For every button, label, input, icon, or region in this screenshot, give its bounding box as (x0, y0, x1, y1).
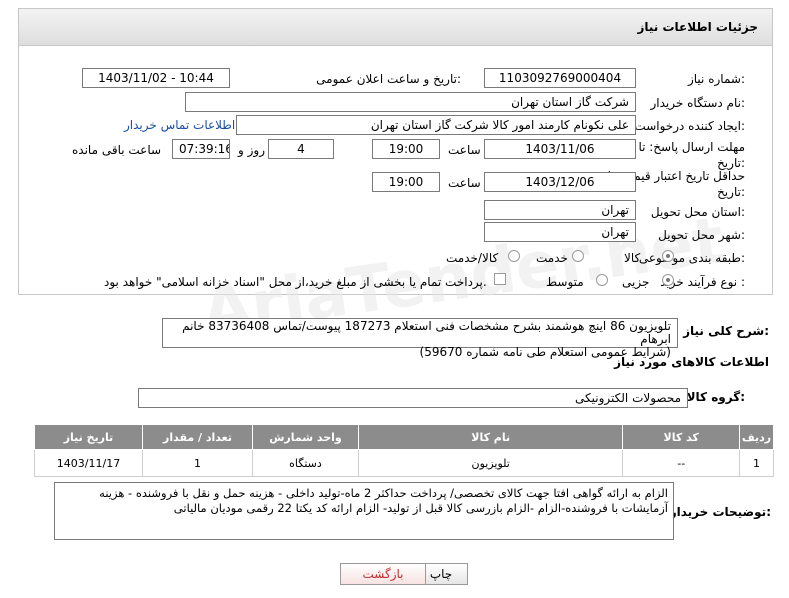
days-field[interactable]: 4 (268, 139, 334, 159)
goods-section-title: اطلاعات کالاهای مورد نیاز (614, 355, 769, 369)
category-goods-service-label: کالا/خدمت (446, 251, 499, 265)
deadline-time-field[interactable]: 19:00 (372, 139, 440, 159)
cell-unit: دستگاه (252, 449, 359, 477)
process-medium-label: متوسط (546, 275, 584, 289)
description-line-2: (شرایط عمومی استعلام طی نامه شماره 59670… (419, 345, 671, 359)
col-qty: تعداد / مقدار (141, 424, 254, 450)
contact-buyer-link[interactable]: اطلاعات تماس خریدار (124, 118, 235, 132)
buyer-org-label: نام دستگاه خریدار: (650, 96, 746, 110)
treasury-payment-note: پرداخت تمام یا بخشی از مبلغ خرید،از محل … (104, 275, 487, 289)
category-goods-service-radio[interactable] (508, 250, 520, 262)
description-textarea[interactable]: تلویزیون 86 اینچ هوشمند بشرح مشخصات فنی … (162, 318, 678, 359)
process-minor-label: جزیی (622, 275, 650, 289)
cell-row: 1 (738, 449, 775, 477)
province-label: استان محل تحویل: (650, 205, 745, 219)
validity-time-label: ساعت (448, 176, 481, 190)
announce-label: تاریخ و ساعت اعلان عمومی: (316, 72, 461, 86)
col-row: ردیف (738, 424, 775, 450)
deadline-date-field[interactable]: 1403/11/06 (484, 139, 636, 159)
buyer-notes-label: توضیحات خریدار: (669, 505, 771, 519)
deadline-label: مهلت ارسال پاسخ: تا تاریخ: (638, 140, 745, 170)
goods-table: ردیف کد کالا نام کالا واحد شمارش تعداد /… (34, 424, 775, 477)
category-service-radio[interactable] (572, 250, 584, 262)
need-number-field[interactable]: 1103092769000404 (484, 68, 636, 88)
cell-date: 1403/11/17 (34, 449, 143, 477)
buyer-org-field[interactable]: شرکت گاز استان تهران (185, 92, 636, 112)
announce-field[interactable]: 1403/11/02 - 10:44 (82, 68, 230, 88)
description-label: شرح کلی نیاز: (683, 324, 769, 338)
days-label: روز و (238, 143, 265, 157)
remaining-label: ساعت باقی مانده (72, 143, 162, 157)
category-goods-radio[interactable] (662, 250, 674, 262)
creator-label: ایجاد کننده درخواست: (634, 119, 745, 133)
col-date: تاریخ نیاز (34, 424, 143, 450)
remaining-time-field[interactable]: 07:39:16 (172, 139, 230, 159)
description-line-1: تلویزیون 86 اینچ هوشمند بشرح مشخصات فنی … (182, 319, 671, 346)
cell-name: تلویزیون (357, 449, 624, 477)
need-number-label: شماره نیاز: (687, 72, 745, 86)
cell-qty: 1 (141, 449, 254, 477)
category-label: طبقه بندی موضوعی: (638, 251, 745, 265)
process-medium-radio[interactable] (596, 274, 608, 286)
deadline-time-label: ساعت (448, 143, 481, 157)
validity-date-field[interactable]: 1403/12/06 (484, 172, 636, 192)
province-field[interactable]: تهران (484, 200, 636, 220)
process-minor-radio[interactable] (662, 274, 674, 286)
category-service-label: خدمت (536, 251, 568, 265)
col-code: کد کالا (622, 424, 740, 450)
city-field[interactable]: تهران (484, 222, 636, 242)
category-goods-label: کالا (624, 251, 641, 265)
treasury-payment-checkbox[interactable] (494, 273, 506, 285)
col-name: نام کالا (357, 424, 624, 450)
back-button[interactable]: بازگشت (340, 563, 426, 585)
table-row[interactable]: 1 -- تلویزیون دستگاه 1 1403/11/17 (34, 449, 775, 477)
buyer-notes-line-2: آزمایشات با فروشنده-الزام -الزام بازرسی … (173, 501, 668, 515)
goods-table-header: ردیف کد کالا نام کالا واحد شمارش تعداد /… (34, 424, 775, 450)
creator-field[interactable]: علی نکونام کارمند امور کالا شرکت گاز است… (236, 115, 636, 135)
validity-time-field[interactable]: 19:00 (372, 172, 440, 192)
cell-code: -- (622, 449, 740, 477)
buyer-notes-textarea[interactable]: الزام به ارائه گواهی افتا جهت کالای تخصص… (54, 482, 674, 540)
col-unit: واحد شمارش (252, 424, 359, 450)
goods-group-field[interactable]: محصولات الکترونیکی (138, 388, 688, 408)
city-label: شهر محل تحویل: (658, 228, 745, 242)
goods-group-label: گروه کالا: (686, 390, 745, 404)
buyer-notes-line-1: الزام به ارائه گواهی افتا جهت کالای تخصص… (99, 486, 668, 500)
